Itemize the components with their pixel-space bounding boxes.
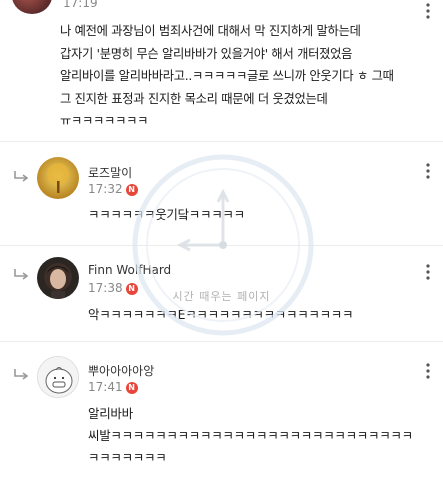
more-vertical-icon[interactable] <box>417 160 439 182</box>
reply-item: 로즈말이 17:32 N ㅋㅋㅋㅋㅋㅋ웃기닼ㅋㅋㅋㅋㅋ <box>0 142 443 245</box>
commenter-name[interactable]: 로즈말이 <box>88 164 132 181</box>
top-comment: 17:19 나 예전에 과장님이 범죄사건에 대해서 막 진지하게 말하는데 갑… <box>0 0 443 140</box>
avatar[interactable] <box>37 157 79 199</box>
comment-text: 알리바바 씨발ㅋㅋㅋㅋㅋㅋㅋㅋㅋㅋㅋㅋㅋㅋㅋㅋㅋㅋㅋㅋㅋㅋㅋㅋㅋㅋㅋ ㅋㅋㅋㅋㅋ… <box>88 406 413 465</box>
cartoon-face-icon <box>38 357 78 397</box>
comment-time: 17:32 N <box>88 182 138 196</box>
golden-tree-icon <box>37 157 79 199</box>
comment-text: 나 예전에 과장님이 범죄사건에 대해서 막 진지하게 말하는데 갑자기 '분명… <box>60 24 394 128</box>
reply-arrow-icon <box>14 269 29 280</box>
comment-text: 악ㅋㅋㅋㅋㅋㅋㅋEㅋㅋㅋㅋㅋㅋㅋㅋㅋㅋㅋㅋㅋㅋㅋ <box>88 307 354 322</box>
reply-arrow-icon <box>14 369 29 380</box>
comment-time: 17:19 <box>63 0 98 10</box>
reply-arrow-icon <box>14 171 29 182</box>
comment-time: 17:41 N <box>88 380 138 394</box>
commenter-name[interactable]: Finn WolfHard <box>88 263 171 277</box>
comment-text: ㅋㅋㅋㅋㅋㅋ웃기닼ㅋㅋㅋㅋㅋ <box>88 207 245 222</box>
more-vertical-icon[interactable] <box>417 360 439 382</box>
more-vertical-icon[interactable] <box>417 0 439 22</box>
avatar[interactable] <box>12 0 52 14</box>
more-vertical-icon[interactable] <box>417 261 439 283</box>
avatar[interactable] <box>37 356 79 398</box>
reply-item: 뿌아아아아앙 17:41 N 알리바바 씨발ㅋㅋㅋㅋㅋㅋㅋㅋㅋㅋㅋㅋㅋㅋㅋㅋㅋㅋㅋ… <box>0 342 443 478</box>
new-badge: N <box>125 382 138 394</box>
watermark-text: 시간 때우는 페이지 <box>172 290 271 303</box>
new-badge: N <box>125 184 138 196</box>
commenter-name[interactable]: 뿌아아아아앙 <box>88 362 154 379</box>
